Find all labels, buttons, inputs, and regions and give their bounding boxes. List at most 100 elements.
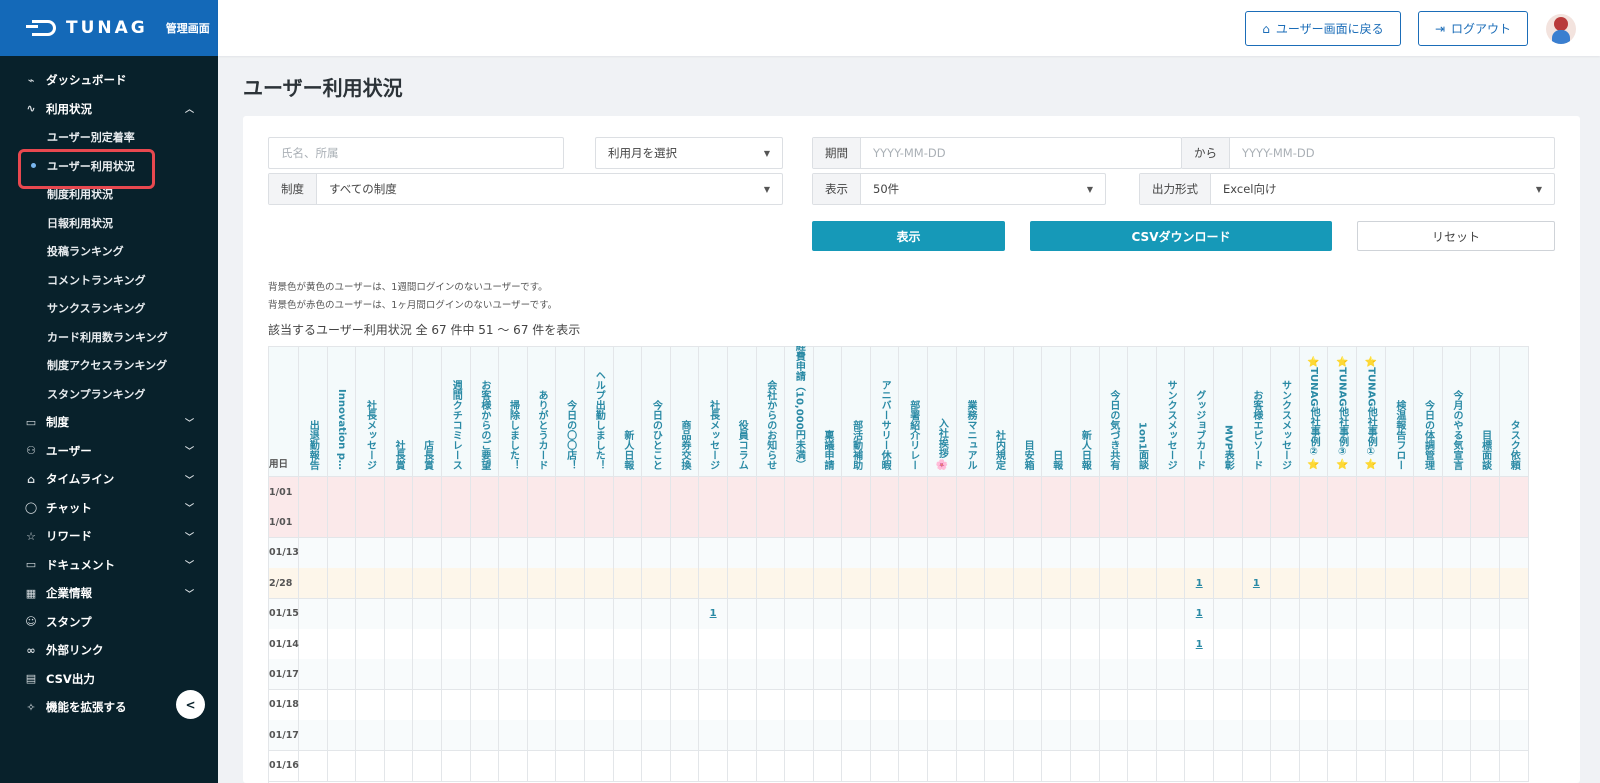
- show-button[interactable]: 表示: [812, 221, 1005, 251]
- table-cell: [699, 568, 728, 599]
- sidebar-item-4[interactable]: ⌂ タイムライン ﹀: [0, 465, 218, 494]
- column-header[interactable]: ⭐TUNAG他社事例③⭐: [1328, 347, 1357, 476]
- column-header[interactable]: 今日の体調管理: [1414, 347, 1443, 476]
- count-link[interactable]: 1: [1253, 578, 1260, 589]
- column-header[interactable]: 稟議申請: [814, 347, 843, 476]
- column-header[interactable]: 新人日報: [1071, 347, 1100, 476]
- table-cell: [728, 537, 757, 568]
- table-cell: 1: [1185, 629, 1214, 659]
- column-header[interactable]: ありがとうカード: [528, 347, 557, 476]
- column-header[interactable]: ⭐TUNAG他社事例②⭐: [1300, 347, 1329, 476]
- sidebar-subitem-9[interactable]: スタンプランキング: [0, 380, 218, 409]
- column-header[interactable]: 商品券交換: [671, 347, 700, 476]
- sidebar-subitem-5[interactable]: コメントランキング: [0, 266, 218, 295]
- column-header[interactable]: 経費申請（10,000円未満）: [785, 346, 814, 476]
- sidebar-item-7[interactable]: ▭ ドキュメント ﹀: [0, 551, 218, 580]
- column-header[interactable]: 社長賞: [385, 347, 414, 476]
- column-header[interactable]: ヘルプ出勤しました！: [585, 347, 614, 476]
- sidebar-item-11[interactable]: ▤ CSV出力: [0, 665, 218, 694]
- sidebar-subitem-4[interactable]: 投稿ランキング: [0, 237, 218, 266]
- sidebar-item-0[interactable]: ⌁ ダッシュボード: [0, 66, 218, 95]
- column-header[interactable]: アニバーサリー休暇: [871, 347, 900, 476]
- column-header[interactable]: 社長メッセージ: [356, 347, 385, 476]
- avatar[interactable]: [1546, 14, 1576, 44]
- sidebar-subitem-label: スタンプランキング: [47, 387, 146, 401]
- sidebar-item-3[interactable]: ⚇ ユーザー ﹀: [0, 437, 218, 466]
- sidebar-subitem-7[interactable]: カード利用数ランキング: [0, 323, 218, 352]
- column-header[interactable]: 業務マニュアル: [957, 347, 986, 476]
- table-row: 01/14 1: [269, 629, 1529, 660]
- sidebar-subitem-0[interactable]: ユーザー別定着率: [0, 123, 218, 152]
- column-header[interactable]: お客様エピソード: [1243, 347, 1272, 476]
- column-header[interactable]: 入社挨拶🌸: [928, 347, 957, 476]
- table-cell: [899, 537, 929, 568]
- column-header[interactable]: 社長メッセージ: [699, 347, 728, 476]
- back-to-user-screen-button[interactable]: ⌂ ユーザー画面に戻る: [1245, 11, 1401, 46]
- sidebar-item-10[interactable]: ∞ 外部リンク: [0, 636, 218, 665]
- column-header[interactable]: グッジョブカード: [1185, 347, 1214, 476]
- column-header[interactable]: ⭐TUNAG他社事例①⭐: [1357, 347, 1386, 476]
- output-format-select[interactable]: 出力形式 Excel向け ▼: [1139, 173, 1555, 205]
- column-header[interactable]: 今日の〇〇店！: [556, 347, 585, 476]
- period-start-field[interactable]: 期間 YYYY-MM-DD: [812, 137, 1182, 169]
- column-header[interactable]: 会社からのお知らせ: [757, 347, 786, 476]
- column-header[interactable]: 今日のひとこと: [642, 347, 671, 476]
- column-header-date[interactable]: 用日: [269, 347, 299, 476]
- column-header[interactable]: 掃除しました！: [499, 347, 528, 476]
- sidebar-item-5[interactable]: ◯ チャット ﹀: [0, 494, 218, 523]
- column-header[interactable]: 週間クチコミレース: [442, 347, 471, 476]
- system-select[interactable]: 制度 すべての制度 ▼: [268, 173, 783, 205]
- sidebar-item-6[interactable]: ☆ リワード ﹀: [0, 522, 218, 551]
- sidebar-item-2[interactable]: ▭ 制度 ﹀: [0, 408, 218, 437]
- column-header[interactable]: 新人日報: [614, 347, 643, 476]
- table-cell: [585, 507, 614, 538]
- sidebar-item-9[interactable]: ☺ スタンプ: [0, 608, 218, 637]
- column-header[interactable]: サンクスメッセージ: [1271, 347, 1300, 476]
- column-header[interactable]: タスク依頼: [1500, 347, 1529, 476]
- column-header[interactable]: 今月のやる気宣言: [1443, 347, 1472, 476]
- column-header[interactable]: 検温報告フロー: [1386, 347, 1415, 476]
- column-header[interactable]: 目安箱: [1014, 347, 1043, 476]
- column-header[interactable]: お客様からのご要望: [471, 347, 500, 476]
- column-header[interactable]: 今日の気づき共有: [1100, 347, 1129, 476]
- count-link[interactable]: 1: [1196, 639, 1203, 650]
- display-count-select[interactable]: 表示 50件 ▼: [812, 173, 1106, 205]
- format-value: Excel向け: [1223, 182, 1277, 196]
- column-header[interactable]: 出退勤報告: [299, 347, 328, 476]
- count-link[interactable]: 1: [710, 608, 717, 619]
- table-cell: [1185, 477, 1214, 507]
- sidebar-subitem-label: 制度アクセスランキング: [47, 359, 168, 373]
- column-header[interactable]: 部活動補助: [842, 347, 871, 476]
- column-header[interactable]: Innovation p…: [328, 347, 357, 476]
- sidebar-subitem-3[interactable]: 日報利用状況: [0, 209, 218, 238]
- column-header[interactable]: 目標面談: [1471, 347, 1500, 476]
- column-header[interactable]: 1on1面談: [1128, 347, 1157, 476]
- period-end-field[interactable]: から YYYY-MM-DD: [1181, 137, 1555, 169]
- sidebar-subitem-1[interactable]: ユーザー利用状況: [0, 148, 218, 188]
- usage-month-placeholder: 利用月を選択: [608, 146, 677, 160]
- column-header[interactable]: 社内規定: [985, 347, 1014, 476]
- reset-button[interactable]: リセット: [1357, 221, 1555, 251]
- column-header[interactable]: 店長賞: [413, 347, 442, 476]
- sidebar-item-8[interactable]: ▦ 企業情報 ﹀: [0, 579, 218, 608]
- table-cell: [1071, 568, 1100, 599]
- table-cell: 1: [699, 598, 728, 629]
- column-header[interactable]: サンクスメッセージ: [1157, 347, 1186, 476]
- table-cell: [1271, 689, 1300, 720]
- collapse-sidebar-button[interactable]: <: [176, 690, 205, 719]
- name-search-input[interactable]: 氏名、所属: [268, 137, 564, 169]
- column-header[interactable]: MVP表彰: [1214, 347, 1243, 476]
- column-header[interactable]: 役員コラム: [728, 347, 757, 476]
- count-link[interactable]: 1: [1196, 608, 1203, 619]
- sidebar-subitem-8[interactable]: 制度アクセスランキング: [0, 351, 218, 380]
- count-link[interactable]: 1: [1196, 578, 1203, 589]
- table-row: 01/15 1 1: [269, 598, 1529, 630]
- sidebar-item-1[interactable]: ∿ 利用状況 ︿: [0, 95, 218, 124]
- sidebar-subitem-6[interactable]: サンクスランキング: [0, 294, 218, 323]
- usage-month-select[interactable]: 利用月を選択 ▼: [595, 137, 783, 169]
- column-header[interactable]: 部署紹介リレー: [899, 347, 929, 476]
- csv-download-button[interactable]: CSVダウンロード: [1030, 221, 1332, 251]
- column-header[interactable]: 日報: [1042, 347, 1072, 476]
- logout-button[interactable]: ⇥ ログアウト: [1418, 11, 1528, 46]
- brand-header[interactable]: TUNAG 管理画面: [0, 0, 218, 56]
